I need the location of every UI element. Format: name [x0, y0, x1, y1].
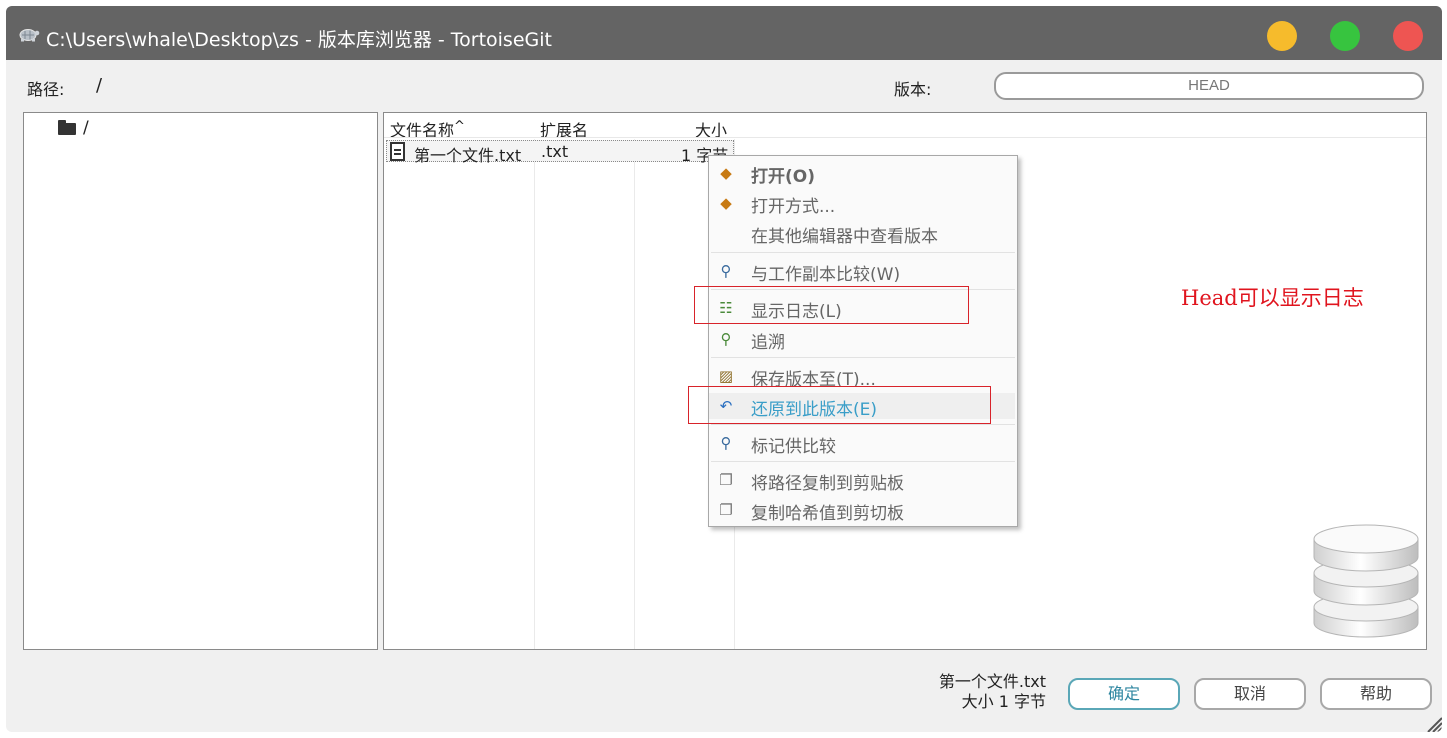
maximize-button[interactable] [1330, 21, 1360, 51]
save-revision-icon: ▨ [718, 367, 734, 385]
column-divider [534, 139, 535, 649]
menu-item-label: 标记供比较 [751, 437, 836, 457]
path-value: / [96, 75, 103, 96]
resize-grip-icon[interactable] [1422, 712, 1442, 732]
title-bar[interactable]: C:\Users\whale\Desktop\zs - 版本库浏览器 - Tor… [6, 6, 1442, 60]
tree-root-label[interactable]: / [83, 118, 89, 138]
path-label: 路径: [27, 80, 65, 99]
menu-item-label: 将路径复制到剪贴板 [751, 474, 904, 494]
menu-separator [711, 252, 1015, 253]
menu-item-label: 打开方式... [751, 197, 836, 217]
menu-item-label: 复制哈希值到剪切板 [751, 504, 904, 524]
text-file-icon [390, 142, 405, 161]
header-divider [384, 137, 1426, 138]
menu-item-blame[interactable]: ⚲ 追溯 [709, 326, 1015, 353]
tortoisegit-app-icon [19, 29, 40, 42]
open-folder-icon: ◆ [720, 164, 732, 182]
window-title: C:\Users\whale\Desktop\zs - 版本库浏览器 - Tor… [46, 29, 552, 51]
menu-item-label: 打开(O) [751, 167, 815, 187]
copy-hash-icon: ❐ [719, 501, 733, 519]
menu-item-label: 追溯 [751, 333, 785, 353]
menu-item-mark-compare[interactable]: ⚲ 标记供比较 [709, 430, 1015, 457]
blame-icon: ⚲ [720, 330, 732, 348]
menu-item-copy-hash[interactable]: ❐ 复制哈希值到剪切板 [709, 497, 1015, 524]
context-menu: ◆ 打开(O) ◆ 打开方式... 在其他编辑器中查看版本 ⚲ 与工作副本比较(… [708, 155, 1018, 527]
menu-separator [711, 461, 1015, 462]
menu-item-compare-working-copy[interactable]: ⚲ 与工作副本比较(W) [709, 258, 1015, 285]
sort-ascending-icon: ^ [454, 119, 465, 134]
status-file-size: 大小 1 字节 [961, 692, 1046, 711]
menu-item-view-in-editor[interactable]: 在其他编辑器中查看版本 [709, 220, 1015, 247]
close-button[interactable] [1393, 21, 1423, 51]
menu-item-copy-path[interactable]: ❐ 将路径复制到剪贴板 [709, 467, 1015, 494]
ok-button[interactable]: 确定 [1068, 678, 1180, 710]
menu-item-label: 在其他编辑器中查看版本 [751, 227, 938, 247]
mark-compare-icon: ⚲ [720, 434, 732, 452]
menu-item-label: 与工作副本比较(W) [751, 265, 901, 285]
minimize-button[interactable] [1267, 21, 1297, 51]
version-field[interactable]: HEAD [994, 72, 1424, 100]
folder-icon [58, 120, 76, 135]
file-name-cell[interactable]: 第一个文件.txt [414, 142, 521, 166]
version-label: 版本: [894, 80, 932, 99]
database-icon [1313, 524, 1419, 638]
menu-separator [711, 424, 1015, 425]
menu-item-open-with[interactable]: ◆ 打开方式... [709, 190, 1015, 217]
file-extension-cell: .txt [541, 142, 569, 161]
column-divider [634, 139, 635, 649]
menu-separator [711, 357, 1015, 358]
highlight-box-show-log [694, 286, 969, 324]
highlight-box-revert [688, 386, 991, 424]
annotation-text: Head可以显示日志 [1181, 286, 1364, 310]
menu-item-open[interactable]: ◆ 打开(O) [709, 160, 1015, 187]
cancel-button[interactable]: 取消 [1194, 678, 1306, 710]
help-button[interactable]: 帮助 [1320, 678, 1432, 710]
compare-magnifier-icon: ⚲ [720, 262, 732, 280]
repo-browser-window: C:\Users\whale\Desktop\zs - 版本库浏览器 - Tor… [6, 6, 1442, 732]
copy-path-icon: ❐ [719, 471, 733, 489]
folder-tree-panel[interactable]: / [23, 112, 378, 650]
open-with-icon: ◆ [720, 194, 732, 212]
